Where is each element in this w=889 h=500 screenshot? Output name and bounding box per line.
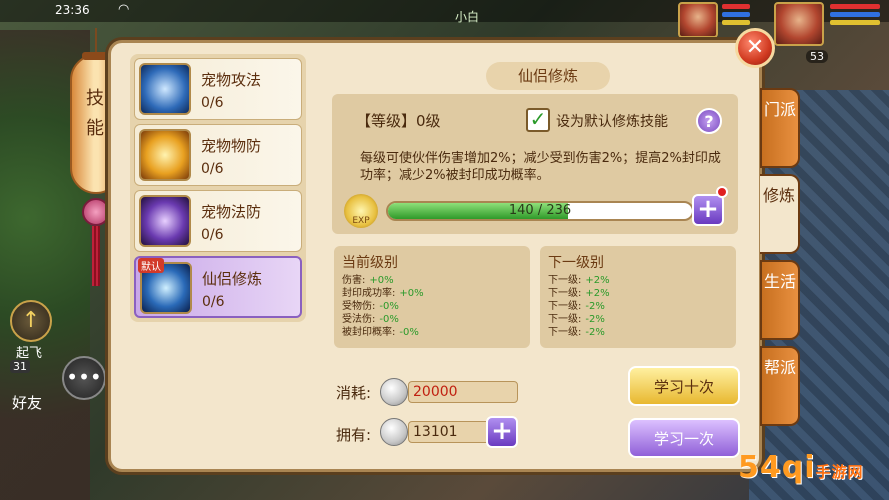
pet-physical-defense-icon <box>139 129 191 181</box>
fly-button[interactable]: ↑ <box>10 300 52 342</box>
pet-magic-defense-icon <box>139 195 191 247</box>
default-skill-checkbox[interactable]: ✓ <box>526 108 550 132</box>
skill-name: 宠物攻法 <box>201 71 262 89</box>
site-watermark: 54qi手游网 <box>738 450 864 485</box>
stat-row: 下一级: +2% <box>548 275 610 286</box>
silver-coin-icon <box>380 378 408 406</box>
own-label: 拥有: <box>336 426 372 444</box>
status-bar: 23:36 ◠ 小白 <box>0 0 889 24</box>
skill-list: 宠物攻法 0/6 宠物物防 0/6 宠物法防 0/6 默认 仙侣修炼 0/6 <box>130 54 306 322</box>
next-level-title: 下一级别 <box>548 255 604 271</box>
default-badge: 默认 <box>138 258 164 273</box>
stat-row: 下一级: +2% <box>548 288 610 299</box>
skill-item-pet-attack[interactable]: 宠物攻法 0/6 <box>134 58 302 120</box>
chat-count-badge: 31 <box>10 360 30 373</box>
lantern-label: 技能 <box>86 88 104 139</box>
stat-row: 下一级: -2% <box>548 314 605 325</box>
stat-row: 下一级: -2% <box>548 301 605 312</box>
consume-value: 20000 <box>408 381 518 403</box>
add-silver-button[interactable]: + <box>486 416 518 448</box>
tab-school[interactable]: 门派 <box>760 88 800 168</box>
close-button[interactable]: ✕ <box>735 28 775 68</box>
stat-row: 受法伤: -0% <box>342 314 399 325</box>
friends-label[interactable]: 好友 <box>12 392 42 413</box>
pet-bars <box>722 4 750 28</box>
knot-ornament-icon <box>82 198 110 226</box>
silver-coin-icon <box>380 418 408 446</box>
player-name: 小白 <box>455 10 480 24</box>
skill-name: 仙侣修炼 <box>202 270 263 288</box>
next-level-box: 下一级别 下一级: +2% 下一级: +2% 下一级: -2% 下一级: -2% 下一级… <box>540 246 736 348</box>
skill-progress: 0/6 <box>201 95 224 111</box>
clock: 23:36 <box>55 3 90 17</box>
pet-attack-icon <box>139 63 191 115</box>
current-level-title: 当前级别 <box>342 255 398 271</box>
player-bars <box>830 4 880 28</box>
skill-name: 宠物法防 <box>201 203 262 221</box>
tab-life[interactable]: 生活 <box>760 260 800 340</box>
skill-name: 宠物物防 <box>201 137 262 155</box>
stat-row: 伤害: +0% <box>342 275 394 286</box>
skill-item-pet-magic-defense[interactable]: 宠物法防 0/6 <box>134 190 302 252</box>
panel-title: 仙侣修炼 <box>486 62 610 90</box>
notification-dot <box>716 186 728 198</box>
tab-guild[interactable]: 帮派 <box>760 346 800 426</box>
help-question-icon[interactable]: ? <box>696 108 722 134</box>
add-exp-button[interactable]: + <box>692 194 724 226</box>
consume-label: 消耗: <box>336 384 372 402</box>
pet-avatar[interactable] <box>678 2 718 38</box>
chat-bubble-button[interactable]: ••• <box>62 356 106 400</box>
stat-row: 下一级: -2% <box>548 327 605 338</box>
exp-progress-text: 140 / 236 <box>508 203 572 218</box>
wifi-icon: ◠ <box>118 2 130 17</box>
current-level-box: 当前级别 伤害: +0% 封印成功率: +0% 受物伤: -0% 受法伤: -0% 被封… <box>334 246 530 348</box>
default-skill-label[interactable]: 设为默认修炼技能 <box>556 111 668 131</box>
skill-description: 每级可使伙伴伤害增加2%；减少受到伤害2%；提高2%封印成功率；减少2%被封印成… <box>360 151 721 183</box>
stat-row: 受物伤: -0% <box>342 301 399 312</box>
grade-text: 【等级】0级 <box>356 112 441 130</box>
skill-progress: 0/6 <box>202 294 225 310</box>
tab-training[interactable]: 修炼 <box>760 174 800 254</box>
skill-progress: 0/6 <box>201 227 224 243</box>
player-level: 53 <box>806 50 828 63</box>
skill-progress: 0/6 <box>201 161 224 177</box>
stat-row: 封印成功率: +0% <box>342 288 424 299</box>
tassel-ornament <box>92 226 100 286</box>
skill-item-companion-training[interactable]: 默认 仙侣修炼 0/6 <box>134 256 302 318</box>
exp-icon: EXP <box>344 194 378 228</box>
learn-ten-button[interactable]: 学习十次 <box>628 366 740 406</box>
player-avatar[interactable] <box>774 2 824 46</box>
skill-item-pet-physical-defense[interactable]: 宠物物防 0/6 <box>134 124 302 186</box>
fly-label: 起飞 <box>16 346 43 361</box>
stat-row: 被封印概率: -0% <box>342 327 419 338</box>
learn-once-button[interactable]: 学习一次 <box>628 418 740 458</box>
